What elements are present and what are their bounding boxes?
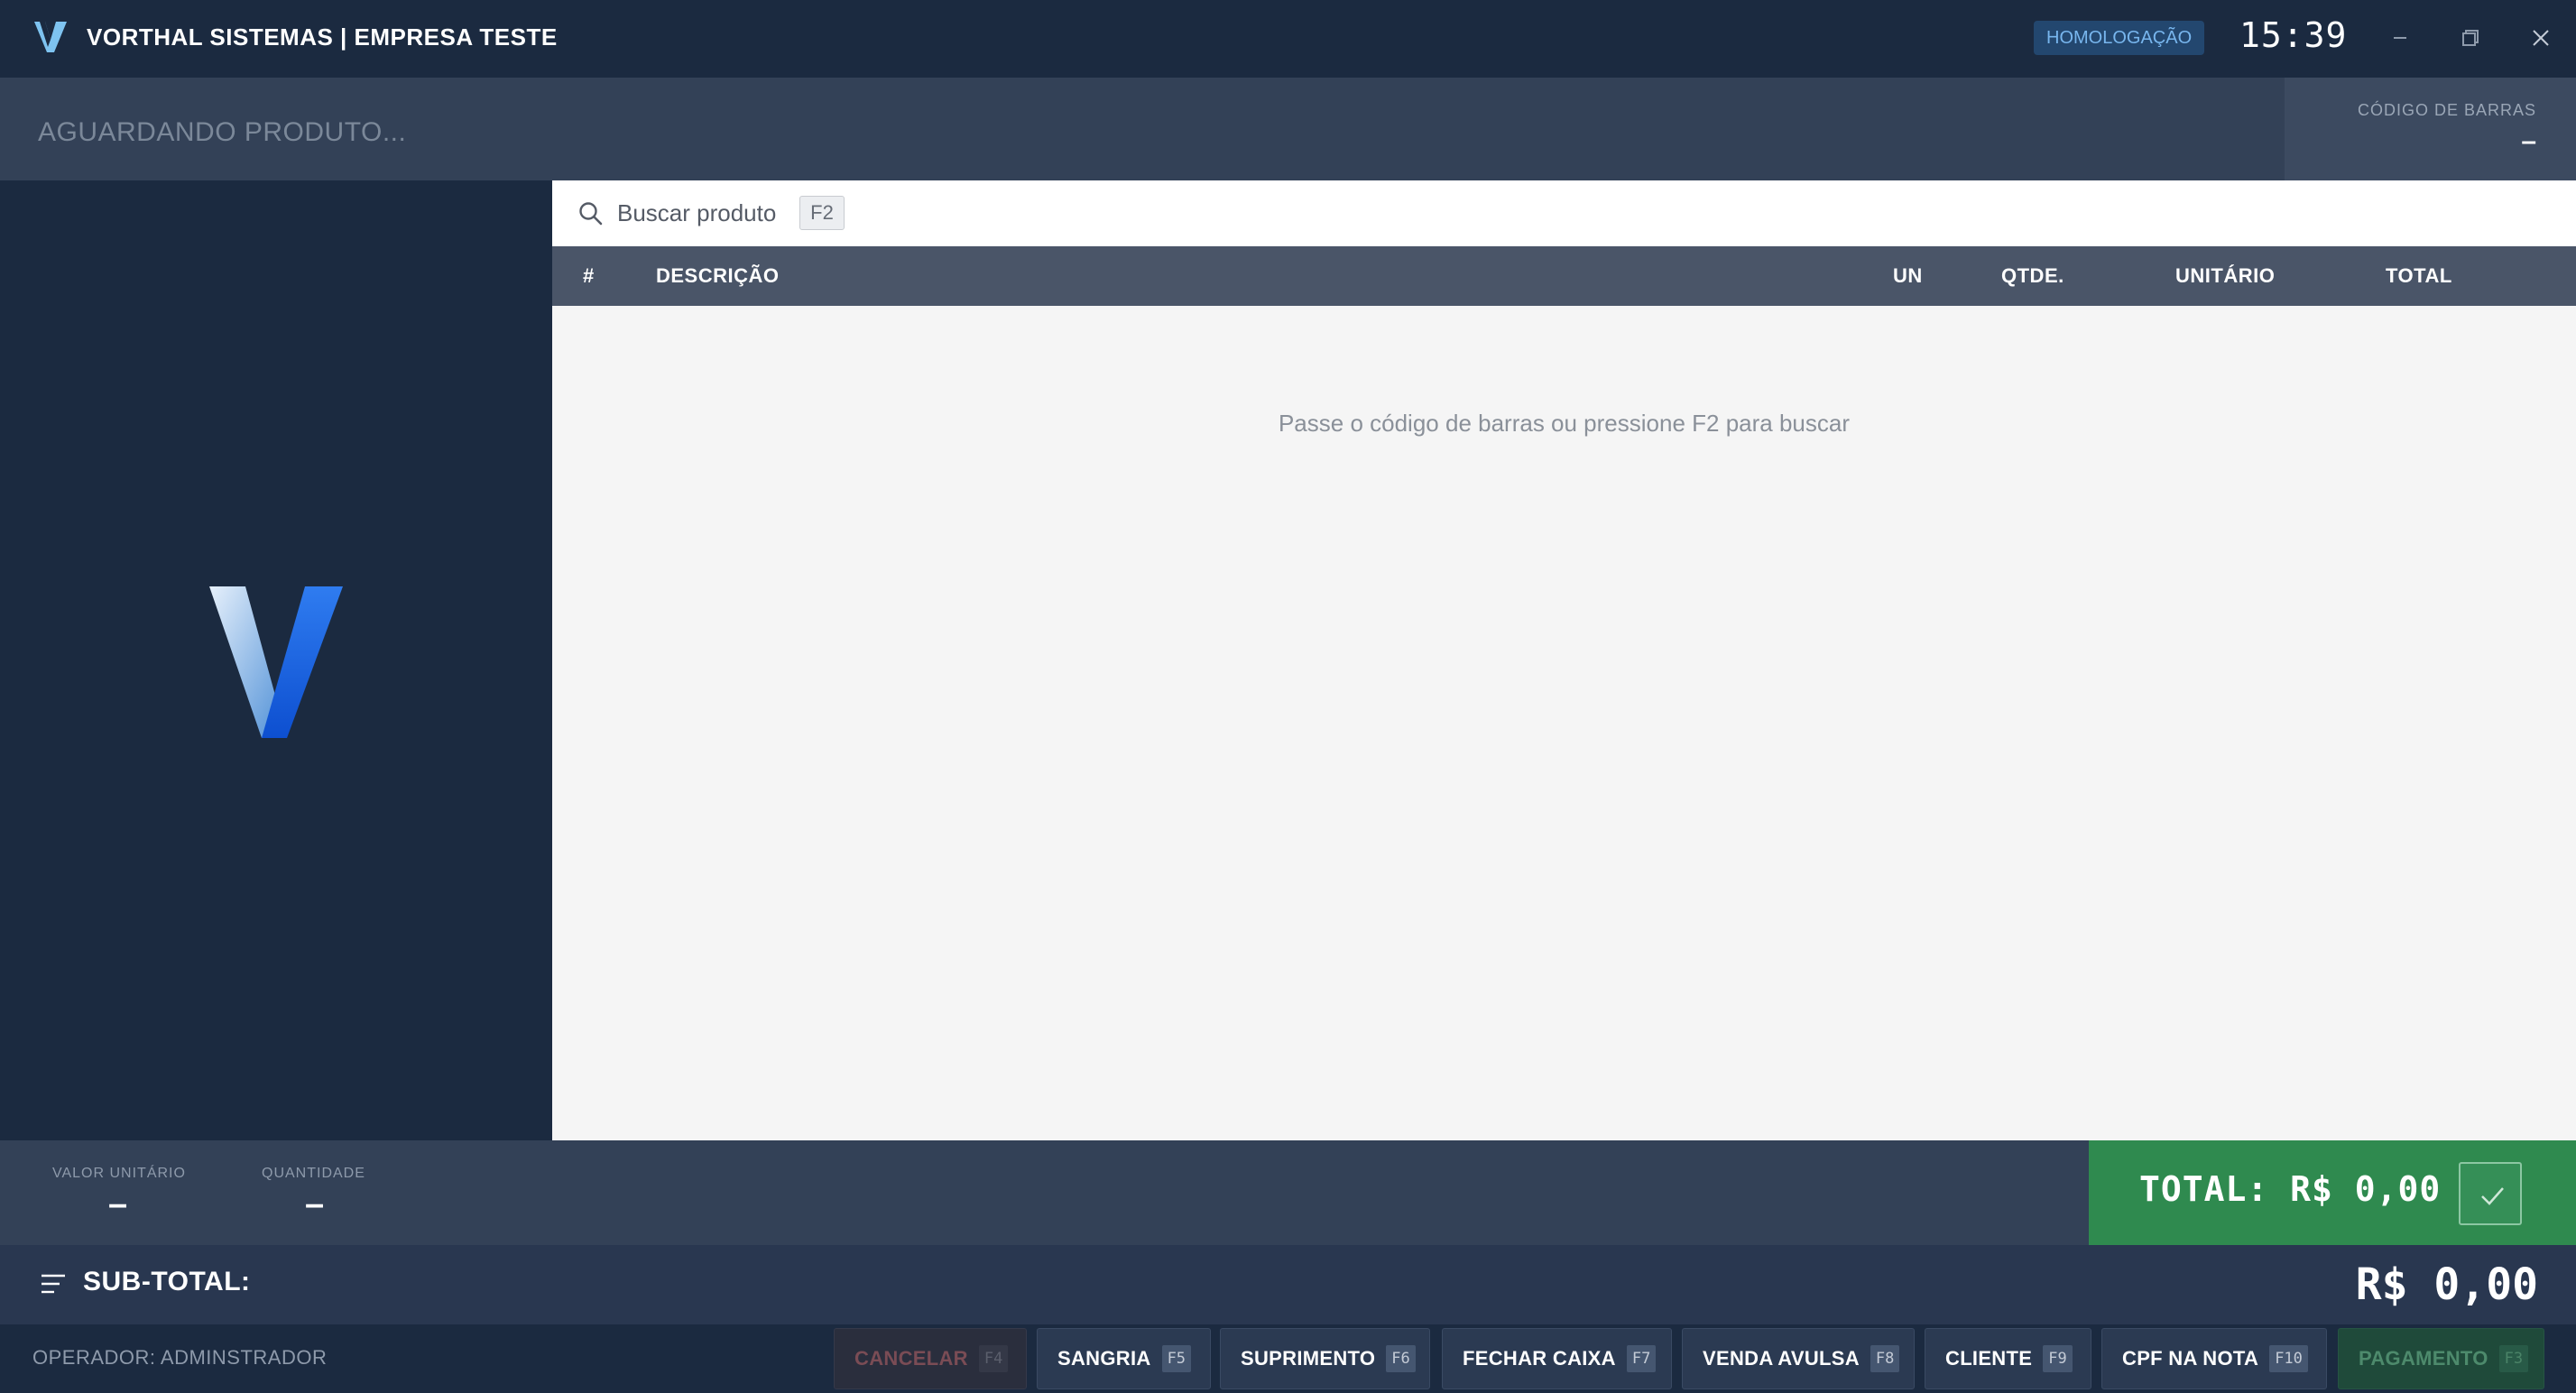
main-panel: Buscar produto F2 # DESCRIÇÃO UN QTDE. U… (552, 180, 2576, 1140)
barcode-label: CÓDIGO DE BARRAS (2357, 101, 2536, 119)
cancel-shortcut: F4 (978, 1345, 1009, 1372)
cliente-button[interactable]: CLIENTE F9 (1925, 1328, 2091, 1389)
quantity-label: QUANTIDADE (262, 1166, 365, 1181)
unit-value-label: VALOR UNITÁRIO (52, 1166, 186, 1181)
suprimento-button[interactable]: SUPRIMENTO F6 (1220, 1328, 1430, 1389)
sangria-button-label: SANGRIA (1057, 1347, 1151, 1370)
barcode-panel: CÓDIGO DE BARRAS – (2285, 78, 2576, 180)
pagamento-button[interactable]: PAGAMENTO F3 (2338, 1328, 2544, 1389)
item-info-bar: VALOR UNITÁRIO – QUANTIDADE – (0, 1140, 2089, 1245)
column-header-unit-price: UNITÁRIO (2175, 264, 2276, 287)
sangria-button[interactable]: SANGRIA F5 (1037, 1328, 1211, 1389)
minimize-icon[interactable] (2382, 20, 2418, 56)
suprimento-shortcut: F6 (1386, 1345, 1416, 1372)
fechar-caixa-button[interactable]: FECHAR CAIXA F7 (1442, 1328, 1672, 1389)
venda-avulsa-button[interactable]: VENDA AVULSA F8 (1682, 1328, 1915, 1389)
product-status-bar: AGUARDANDO PRODUTO... (0, 78, 2285, 180)
cpf-na-nota-button-label: CPF NA NOTA (2122, 1347, 2259, 1370)
product-placeholder: AGUARDANDO PRODUTO... (38, 117, 407, 147)
vorthal-logo-icon (34, 22, 67, 52)
subtotal-label: SUB-TOTAL: (83, 1267, 251, 1296)
app-title: VORTHAL SISTEMAS | EMPRESA TESTE (87, 23, 558, 51)
cliente-shortcut: F9 (2043, 1345, 2073, 1372)
venda-avulsa-button-label: VENDA AVULSA (1703, 1347, 1860, 1370)
quantity-value: – (305, 1185, 325, 1223)
cliente-button-label: CLIENTE (1945, 1347, 2033, 1370)
left-panel (0, 180, 552, 1140)
vorthal-large-logo-icon (209, 586, 343, 738)
barcode-value: – (2521, 126, 2536, 156)
pagamento-button-label: PAGAMENTO (2359, 1347, 2488, 1370)
venda-avulsa-shortcut: F8 (1870, 1345, 1900, 1372)
restore-icon[interactable] (2452, 20, 2488, 56)
check-icon (2481, 1187, 2504, 1205)
cpf-na-nota-shortcut: F10 (2269, 1345, 2308, 1372)
fechar-caixa-shortcut: F7 (1626, 1345, 1657, 1372)
empty-table-message: Passe o código de barras ou pressione F2… (1278, 410, 1851, 437)
unit-value: – (108, 1185, 128, 1223)
column-header-quantity: QTDE. (2001, 264, 2064, 287)
sangria-shortcut: F5 (1161, 1345, 1192, 1372)
fechar-caixa-button-label: FECHAR CAIXA (1463, 1347, 1616, 1370)
search-bar[interactable]: Buscar produto F2 (552, 180, 2576, 246)
footer-bar: OPERADOR: ADMINSTRADOR CANCELAR F4 SANGR… (0, 1324, 2576, 1393)
column-header-unit: UN (1893, 264, 1923, 287)
close-icon[interactable] (2523, 20, 2559, 56)
environment-badge: HOMOLOGAÇÃO (2034, 21, 2205, 55)
pagamento-shortcut: F3 (2498, 1345, 2529, 1372)
confirm-button[interactable] (2459, 1162, 2522, 1225)
column-header-description: DESCRIÇÃO (656, 264, 780, 287)
total-panel: TOTAL: R$ 0,00 (2089, 1140, 2576, 1245)
column-header-total: TOTAL (2386, 264, 2452, 287)
clock: 15:39 (2239, 15, 2348, 55)
title-bar: VORTHAL SISTEMAS | EMPRESA TESTE HOMOLOG… (0, 0, 2576, 78)
cpf-na-nota-button[interactable]: CPF NA NOTA F10 (2101, 1328, 2327, 1389)
operator-label: OPERADOR: ADMINSTRADOR (32, 1346, 328, 1369)
column-header-number: # (583, 264, 595, 287)
table-header: # DESCRIÇÃO UN QTDE. UNITÁRIO TOTAL (552, 246, 2576, 306)
subtotal-bar: SUB-TOTAL: R$ 0,00 (0, 1245, 2576, 1324)
menu-icon[interactable] (40, 1272, 67, 1296)
cancel-button-label: CANCELAR (854, 1347, 968, 1370)
search-icon (579, 202, 603, 226)
subtotal-value: R$ 0,00 (2355, 1259, 2538, 1310)
search-label[interactable]: Buscar produto (617, 199, 776, 227)
cancel-button[interactable]: CANCELAR F4 (834, 1328, 1027, 1389)
suprimento-button-label: SUPRIMENTO (1241, 1347, 1376, 1370)
total-amount: TOTAL: R$ 0,00 (2139, 1169, 2442, 1209)
search-shortcut: F2 (799, 196, 845, 230)
